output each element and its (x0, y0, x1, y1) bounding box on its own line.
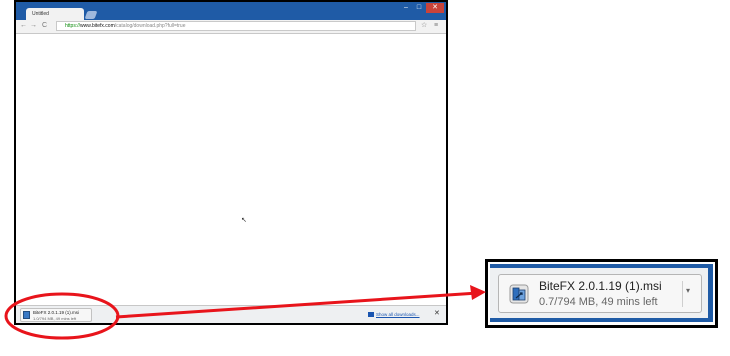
browser-toolbar: ← → C https://www.bitefx.com/catalog/dow… (16, 20, 446, 34)
show-all-downloads-link[interactable]: Show all downloads... (376, 312, 420, 317)
installer-file-icon (23, 311, 30, 319)
star-icon[interactable]: ☆ (421, 22, 427, 30)
address-bar[interactable]: https://www.bitefx.com/catalog/download.… (56, 21, 416, 31)
menu-icon[interactable]: ≡ (434, 22, 438, 30)
zoomed-download-shelf: BiteFX 2.0.1.19 (1).msi 0.7/794 MB, 49 m… (490, 268, 713, 318)
zoomed-download-item[interactable]: BiteFX 2.0.1.19 (1).msi 0.7/794 MB, 49 m… (498, 274, 702, 313)
zoomed-download-status: 0.7/794 MB, 49 mins left (539, 296, 658, 308)
installer-file-icon (509, 284, 529, 304)
page-content: ↖ (16, 34, 446, 305)
divider (682, 281, 683, 307)
zoomed-window-edge (708, 268, 713, 318)
zoomed-window-frame: BiteFX 2.0.1.19 (1).msi 0.7/794 MB, 49 m… (490, 264, 713, 322)
chevron-down-icon[interactable]: ▾ (686, 286, 690, 295)
mouse-cursor-icon: ↖ (241, 217, 247, 224)
download-status: 1.0/794 MB, 49 mins left (33, 316, 77, 321)
download-filename: BiteFX 2.0.1.19 (1).msi (33, 310, 80, 315)
url-host: www.bitefx.com (80, 23, 115, 29)
new-tab-button[interactable] (84, 11, 98, 19)
zoomed-download-filename: BiteFX 2.0.1.19 (1).msi (539, 279, 662, 293)
minimize-button[interactable]: – (400, 3, 412, 13)
download-shelf: BiteFX 2.0.1.19 (1).msi 1.0/794 MB, 49 m… (16, 305, 446, 323)
downloads-icon (368, 312, 374, 317)
download-item[interactable]: BiteFX 2.0.1.19 (1).msi 1.0/794 MB, 49 m… (20, 308, 92, 322)
browser-window: Untitled – □ ✕ ← → C https://www.bitefx.… (14, 0, 448, 325)
reload-icon[interactable]: C (42, 22, 47, 30)
url-path: /catalog/download.php?full=true (114, 23, 186, 29)
close-window-button[interactable]: ✕ (426, 3, 444, 13)
url-scheme: https:// (65, 23, 81, 29)
forward-icon[interactable]: → (30, 22, 37, 30)
title-bar: Untitled – □ ✕ (16, 2, 446, 20)
back-icon[interactable]: ← (20, 22, 27, 30)
tab-title: Untitled (32, 11, 49, 17)
browser-tab[interactable]: Untitled (26, 8, 84, 20)
close-shelf-icon[interactable]: ✕ (434, 309, 440, 317)
maximize-button[interactable]: □ (413, 3, 425, 13)
zoomed-download-panel: BiteFX 2.0.1.19 (1).msi 0.7/794 MB, 49 m… (485, 259, 718, 328)
annotation-arrow-head (470, 285, 486, 300)
